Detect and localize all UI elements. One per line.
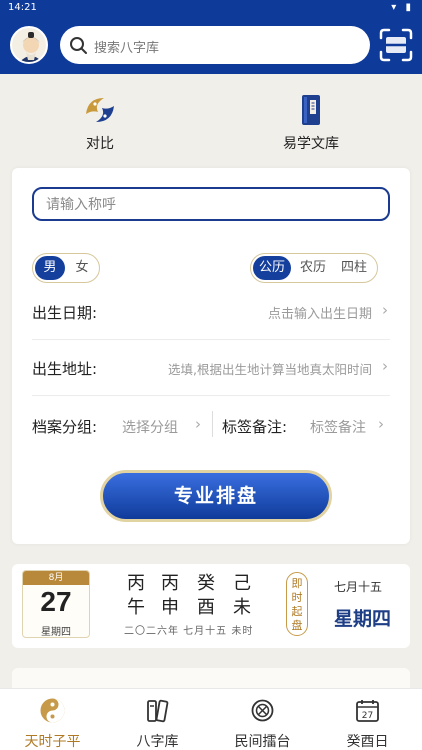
chevron-right-icon: › xyxy=(382,357,388,375)
date-box: 8月 27 星期四 xyxy=(22,570,90,638)
ganzhi-branch: 酉 xyxy=(197,597,215,618)
ganzhi-stem: 丙 xyxy=(127,573,145,594)
avatar-icon xyxy=(12,28,46,62)
date-weekday: 星期四 xyxy=(41,627,71,638)
nav-label: 民间擂台 xyxy=(234,734,291,750)
book-icon xyxy=(302,95,320,125)
search-icon xyxy=(70,37,87,54)
nickname-input[interactable] xyxy=(46,194,376,216)
today-calendar-card: 8月 27 星期四 丙 午 丙 申 癸 酉 己 未 二〇二六年 七月十五 未时 … xyxy=(12,564,410,648)
ganzhi-pillar: 癸 酉 xyxy=(194,572,218,620)
scan-button[interactable] xyxy=(378,27,414,63)
gender-female[interactable]: 女 xyxy=(67,256,97,280)
ganzhi-branch: 未 xyxy=(233,597,251,618)
ganzhi-stem: 丙 xyxy=(161,573,179,594)
ganzhi-branch: 午 xyxy=(127,597,145,618)
lunar-full-date: 二〇二六年 七月十五 未时 xyxy=(124,626,254,637)
search-placeholder: 搜索八字库 xyxy=(94,41,160,56)
group-label: 档案分组: xyxy=(32,418,98,436)
search-bar[interactable]: 搜索八字库 xyxy=(60,26,370,64)
nav-label: 八字库 xyxy=(136,734,179,750)
calendar-type-toggle[interactable]: 公历 农历 四柱 xyxy=(250,253,378,283)
status-icons: ▾ ▮ xyxy=(391,2,414,13)
books-icon xyxy=(147,699,169,723)
instant-chart-button[interactable]: 即时起盘 xyxy=(286,572,308,636)
gender-male[interactable]: 男 xyxy=(35,256,65,280)
date-month: 8月 xyxy=(23,571,89,585)
next-card-peek xyxy=(12,668,410,688)
nav-arena[interactable]: 民间擂台 xyxy=(210,689,315,750)
tag-note-row[interactable]: 标签备注: 标签备注 › xyxy=(222,400,390,448)
yinyang-icon xyxy=(40,698,65,723)
ganzhi-pillar: 己 未 xyxy=(230,572,254,620)
birth-date-value: 点击输入出生日期 xyxy=(267,307,372,322)
group-value: 选择分组 xyxy=(122,420,178,436)
calendar-icon-day: 27 xyxy=(362,711,373,721)
ganzhi-stem: 己 xyxy=(233,573,251,594)
calendar-solar[interactable]: 公历 xyxy=(253,256,291,280)
pro-chart-button[interactable]: 专业排盘 xyxy=(100,470,332,522)
nav-bazi-library[interactable]: 八字库 xyxy=(105,689,210,750)
shortcut-library[interactable]: 易学文库 xyxy=(256,92,366,154)
ganzhi-pillar: 丙 午 xyxy=(124,572,148,620)
birth-place-label: 出生地址: xyxy=(32,360,98,378)
birth-date-row[interactable]: 出生日期: 点击输入出生日期 › xyxy=(32,284,390,340)
date-day: 27 xyxy=(40,586,72,617)
nav-day[interactable]: 27 癸酉日 xyxy=(315,689,420,750)
arena-icon xyxy=(251,699,274,722)
weekday-large: 星期四 xyxy=(334,608,392,630)
gender-toggle[interactable]: 男 女 xyxy=(32,253,100,283)
ganzhi-pillar: 丙 申 xyxy=(158,572,182,620)
tag-note-value: 标签备注 xyxy=(310,420,366,436)
lunar-date: 七月十五 xyxy=(334,580,383,594)
nav-label: 癸酉日 xyxy=(346,734,389,750)
shortcut-label: 对比 xyxy=(86,136,114,152)
chart-form-card: 男 女 公历 农历 四柱 出生日期: 点击输入出生日期 › 出生地址: 选填,根… xyxy=(12,168,410,544)
group-row[interactable]: 档案分组: 选择分组 › xyxy=(32,400,208,448)
bottom-nav: 天时子平 八字库 民间擂台 27 癸酉日 xyxy=(0,688,422,750)
ganzhi-branch: 申 xyxy=(161,597,179,618)
shortcut-compare[interactable]: 对比 xyxy=(45,92,155,154)
chevron-right-icon: › xyxy=(378,415,384,433)
top-bar: 14:21 ▾ ▮ 搜索八字库 xyxy=(0,0,422,74)
status-bar: 14:21 ▾ ▮ xyxy=(0,0,422,16)
fish-compare-icon xyxy=(86,98,114,122)
avatar[interactable] xyxy=(10,26,48,64)
chevron-right-icon: › xyxy=(382,301,388,319)
nickname-field[interactable] xyxy=(32,187,390,221)
calendar-pillars[interactable]: 四柱 xyxy=(335,256,373,280)
calendar-lunar[interactable]: 农历 xyxy=(294,256,332,280)
birth-date-label: 出生日期: xyxy=(32,304,98,322)
ganzhi-stem: 癸 xyxy=(197,573,215,594)
nav-label: 天时子平 xyxy=(24,734,81,750)
scan-icon xyxy=(379,28,413,62)
divider xyxy=(212,411,213,437)
shortcut-label: 易学文库 xyxy=(283,136,339,152)
birth-place-row[interactable]: 出生地址: 选填,根据出生地计算当地真太阳时间 › xyxy=(32,340,390,396)
calendar-icon: 27 xyxy=(356,700,379,722)
birth-place-value: 选填,根据出生地计算当地真太阳时间 xyxy=(168,362,372,377)
chevron-right-icon: › xyxy=(195,415,201,433)
tag-note-label: 标签备注: xyxy=(222,418,288,436)
nav-tianshi[interactable]: 天时子平 xyxy=(0,689,105,750)
status-time: 14:21 xyxy=(8,2,37,13)
